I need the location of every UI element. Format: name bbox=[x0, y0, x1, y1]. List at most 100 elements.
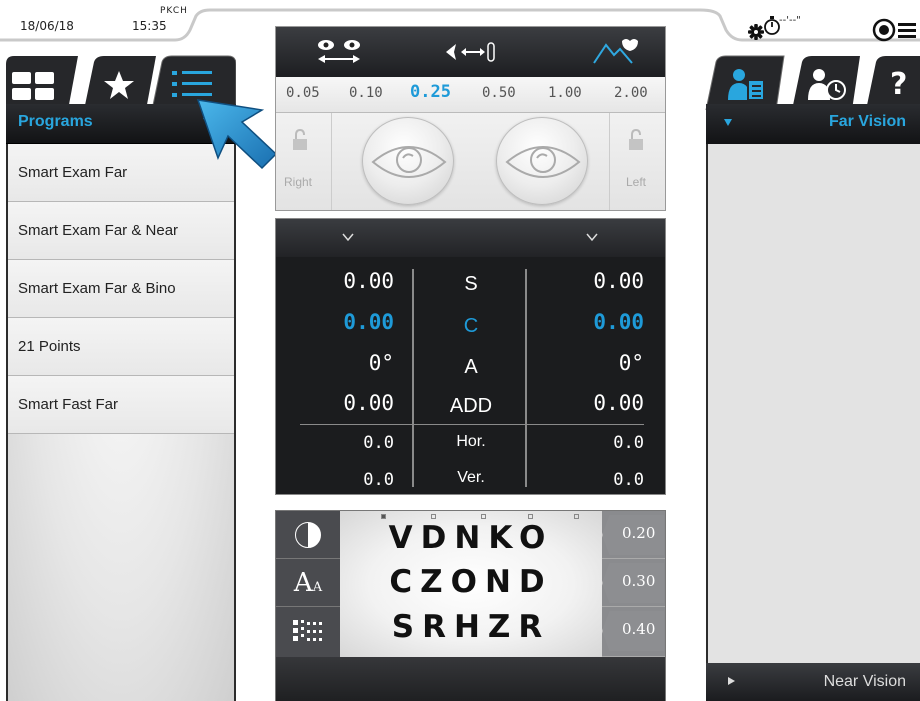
left-sphere-value[interactable]: 0.00 bbox=[534, 269, 644, 293]
right-eye-lock[interactable]: Right bbox=[276, 113, 332, 210]
right-cylinder-value[interactable]: 0.00 bbox=[284, 310, 394, 334]
ver-label: Ver. bbox=[457, 469, 485, 486]
right-sphere-value[interactable]: 0.00 bbox=[284, 269, 394, 293]
cylinder-label: C bbox=[463, 315, 479, 337]
far-vision-dropdown[interactable]: Far Vision bbox=[706, 104, 920, 144]
acuity-option[interactable]: 0.05 bbox=[286, 85, 320, 101]
hor-label: Hor. bbox=[456, 433, 486, 450]
distance-icon[interactable] bbox=[444, 39, 498, 65]
row-acuity-value: 0.20 bbox=[622, 524, 656, 542]
acuity-option[interactable]: 2.00 bbox=[614, 85, 648, 101]
row-acuity-tag[interactable]: 0.20 bbox=[602, 511, 665, 559]
left-ver-value[interactable]: 0.0 bbox=[534, 470, 644, 490]
contrast-icon bbox=[295, 521, 321, 548]
program-label: Smart Fast Far bbox=[18, 396, 119, 413]
divider bbox=[412, 269, 414, 487]
program-label: Smart Exam Far & Bino bbox=[18, 280, 176, 297]
row-acuity-value: 0.40 bbox=[622, 620, 656, 638]
right-eye-button[interactable] bbox=[362, 117, 454, 205]
left-cylinder-value[interactable]: 0.00 bbox=[534, 310, 644, 334]
left-eye-button[interactable] bbox=[496, 117, 588, 205]
left-axis-value[interactable]: 0° bbox=[534, 351, 644, 375]
acuity-option[interactable]: 1.00 bbox=[548, 85, 582, 101]
program-label: 21 Points bbox=[18, 338, 81, 355]
right-axis-value[interactable]: 0° bbox=[284, 351, 394, 375]
programs-title: Programs bbox=[18, 113, 93, 130]
contrast-button[interactable] bbox=[276, 511, 340, 559]
acuity-option[interactable]: 0.50 bbox=[482, 85, 516, 101]
time-label: 15:35 bbox=[132, 19, 167, 33]
left-eye-lock[interactable]: Left bbox=[609, 113, 665, 210]
gear-icon[interactable] bbox=[748, 24, 764, 40]
chevron-right-icon bbox=[728, 677, 735, 685]
right-hor-value[interactable]: 0.0 bbox=[284, 433, 394, 453]
pointer-arrow-icon bbox=[196, 99, 278, 170]
acuity-option-selected[interactable]: 0.25 bbox=[410, 82, 451, 102]
row-acuity-tag[interactable]: 0.40 bbox=[602, 607, 665, 657]
row-acuity-tag[interactable]: 0.30 bbox=[602, 559, 665, 607]
sphere-label: S bbox=[464, 273, 478, 295]
program-item[interactable]: Smart Fast Far bbox=[8, 376, 234, 434]
chart-pattern-button[interactable] bbox=[276, 607, 340, 655]
eye-icon bbox=[371, 146, 447, 178]
optotype-row[interactable]: CZOND bbox=[340, 564, 602, 600]
acuity-panel: 0.05 0.10 0.25 0.50 1.00 2.00 Right Left bbox=[275, 26, 666, 211]
program-label: Smart Exam Far & Near bbox=[18, 222, 179, 239]
left-eye-label: Left bbox=[626, 175, 647, 189]
star-icon[interactable] bbox=[103, 70, 135, 100]
chart-tools: AA bbox=[276, 511, 340, 657]
chart-footer bbox=[276, 657, 665, 701]
right-eye-label: Right bbox=[284, 175, 313, 189]
optotype-chart: VDNKO CZOND SRHZR bbox=[340, 511, 602, 657]
right-ver-value[interactable]: 0.0 bbox=[284, 470, 394, 490]
left-hor-value[interactable]: 0.0 bbox=[534, 433, 644, 453]
far-vision-title: Far Vision bbox=[828, 113, 906, 130]
help-icon[interactable]: ? bbox=[888, 66, 912, 100]
user-label: PKCH bbox=[160, 6, 188, 16]
optotype-row[interactable]: VDNKO bbox=[340, 520, 602, 556]
acuity-scale: 0.05 0.10 0.25 0.50 1.00 2.00 bbox=[276, 77, 665, 113]
optotype-row[interactable]: SRHZR bbox=[340, 609, 602, 645]
svg-text:?: ? bbox=[890, 67, 907, 100]
program-list: Smart Exam Far Smart Exam Far & Near Sma… bbox=[6, 144, 236, 701]
axis-label: A bbox=[464, 356, 478, 378]
program-item[interactable]: 21 Points bbox=[8, 318, 234, 376]
chart-pattern-icon bbox=[293, 620, 322, 641]
font-size-button[interactable]: AA bbox=[276, 559, 340, 607]
eye-icon bbox=[505, 146, 581, 178]
program-item[interactable]: Smart Exam Far & Bino bbox=[8, 260, 234, 318]
acuity-option[interactable]: 0.10 bbox=[349, 85, 383, 101]
chart-page-dot[interactable] bbox=[574, 514, 579, 519]
date-label: 18/06/18 bbox=[20, 19, 74, 33]
chart-page-dot[interactable] bbox=[431, 514, 436, 519]
near-vision-title: Near Vision bbox=[823, 673, 906, 690]
chevron-down-icon[interactable] bbox=[342, 231, 354, 243]
eye-selector: Right Left bbox=[276, 113, 665, 210]
font-size-icon: AA bbox=[294, 568, 322, 598]
row-acuity-value: 0.30 bbox=[622, 572, 656, 590]
left-add-value[interactable]: 0.00 bbox=[534, 391, 644, 415]
divider bbox=[300, 424, 644, 425]
far-vision-content bbox=[706, 144, 920, 663]
landscape-icon[interactable] bbox=[592, 37, 642, 67]
target-menu-icon[interactable] bbox=[872, 18, 918, 42]
chart-page-dot[interactable] bbox=[528, 514, 533, 519]
chart-page-dot-active[interactable] bbox=[381, 514, 386, 519]
near-vision-expander[interactable]: Near Vision bbox=[706, 663, 920, 701]
timer-label: --'--" bbox=[779, 15, 801, 26]
font-size-small-letter: A bbox=[312, 579, 323, 595]
chart-page-dot[interactable] bbox=[481, 514, 486, 519]
program-item[interactable]: Smart Exam Far & Near bbox=[8, 202, 234, 260]
unlock-icon bbox=[293, 129, 307, 150]
right-tab-bar: ? bbox=[704, 52, 920, 110]
patient-record-icon[interactable] bbox=[728, 68, 772, 102]
refraction-panel: 0.00 0.00 0° 0.00 0.0 0.0 S C A ADD Hor.… bbox=[275, 218, 666, 495]
chevron-down-icon bbox=[724, 119, 732, 126]
grid-icon[interactable] bbox=[12, 72, 56, 102]
program-label: Smart Exam Far bbox=[18, 164, 128, 181]
binocular-eyes-icon[interactable] bbox=[314, 37, 366, 67]
right-add-value[interactable]: 0.00 bbox=[284, 391, 394, 415]
patient-history-icon[interactable] bbox=[808, 68, 852, 102]
chevron-down-icon[interactable] bbox=[586, 231, 598, 243]
font-size-large-letter: A bbox=[293, 567, 313, 598]
